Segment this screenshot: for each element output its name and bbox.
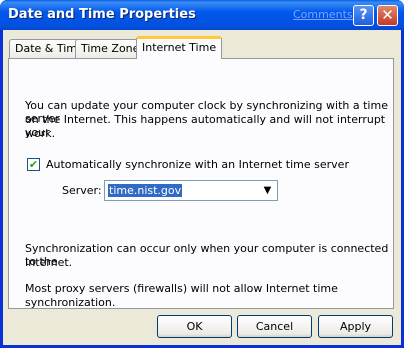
auto-sync-label[interactable]: Automatically synchronize with an Intern… (46, 158, 349, 171)
intro-text-line-2: on the Internet. This happens automatica… (25, 113, 386, 139)
cancel-button[interactable]: Cancel (237, 315, 312, 338)
title-bar[interactable]: Date and Time Properties Comments? ? ✕ (0, 0, 404, 30)
sync-note-line-1: Synchronization can occur only when your… (25, 242, 389, 268)
auto-sync-checkbox[interactable]: ✔ (27, 158, 40, 171)
help-button[interactable]: ? (353, 5, 374, 26)
internet-time-panel: You can update your computer clock by sy… (8, 58, 394, 309)
sync-note-line-2: Internet. (25, 256, 73, 269)
comments-link[interactable]: Comments? (293, 8, 358, 21)
proxy-note-line-1: Most proxy servers (firewalls) will not … (25, 282, 338, 295)
tab-time-zone[interactable]: Time Zone (75, 39, 146, 58)
dialog-client: Date & Time Time Zone Internet Time You … (3, 30, 401, 345)
close-button[interactable]: ✕ (377, 5, 398, 26)
tab-internet-time[interactable]: Internet Time (136, 36, 223, 59)
window-title: Date and Time Properties (8, 7, 196, 22)
server-value: time.nist.gov (108, 184, 183, 197)
chevron-down-icon[interactable]: ▼ (259, 182, 276, 199)
server-label: Server: (62, 184, 102, 197)
proxy-note-line-2: synchronization. (25, 296, 116, 309)
intro-text-line-3: work. (25, 127, 56, 140)
ok-button[interactable]: OK (157, 315, 232, 338)
apply-button[interactable]: Apply (318, 315, 393, 338)
dialog-window: Date and Time Properties Comments? ? ✕ D… (0, 0, 404, 348)
server-select[interactable]: time.nist.gov ▼ (104, 180, 278, 201)
